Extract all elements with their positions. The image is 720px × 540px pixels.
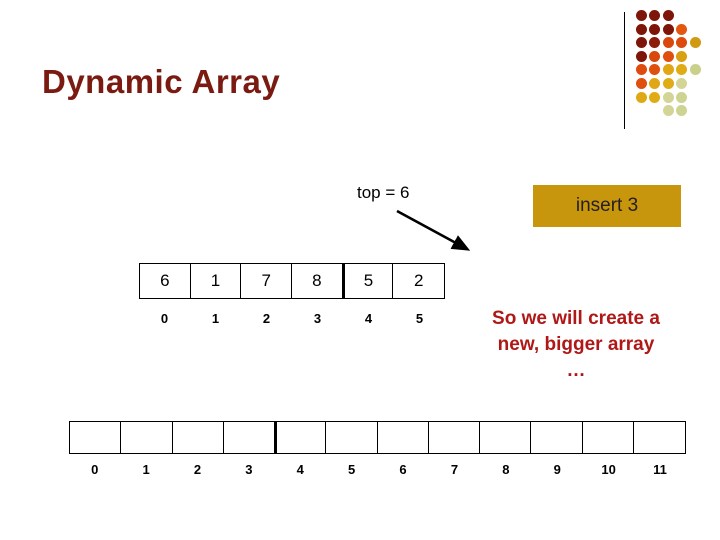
narration-line: So we will create a bbox=[492, 308, 660, 329]
decorative-dot bbox=[636, 50, 647, 62]
top-pointer-label: top = 6 bbox=[357, 183, 410, 202]
decorative-dot bbox=[676, 23, 688, 35]
array-index-label: 7 bbox=[450, 462, 459, 477]
array-index-label: 10 bbox=[601, 462, 616, 477]
array-cell[interactable] bbox=[173, 422, 224, 453]
decorative-dot bbox=[689, 37, 701, 49]
decorative-dot bbox=[649, 23, 661, 35]
decorative-dot bbox=[636, 23, 647, 35]
array-cell[interactable] bbox=[224, 422, 275, 453]
array-index-label: 0 bbox=[160, 311, 169, 326]
insert-action-badge[interactable]: insert 3 bbox=[533, 185, 681, 227]
decorative-dot bbox=[662, 105, 674, 117]
array-cell[interactable] bbox=[634, 422, 685, 453]
decorative-dot bbox=[676, 37, 688, 49]
array-cell[interactable] bbox=[480, 422, 532, 453]
array-cell[interactable]: 5 bbox=[342, 264, 394, 298]
new-array-index-row: 0 1 2 3 4 5 6 7 8 9 10 11 bbox=[69, 462, 686, 477]
array-index-label: 3 bbox=[313, 311, 322, 326]
array-index-label: 8 bbox=[502, 462, 510, 477]
decorative-dot bbox=[676, 64, 688, 76]
decorative-dot bbox=[676, 78, 688, 89]
array-index-label: 0 bbox=[91, 462, 99, 477]
array-index-label: 5 bbox=[348, 462, 356, 477]
decorative-dot bbox=[636, 64, 647, 76]
array-index-label: 1 bbox=[142, 462, 150, 477]
narration-line: new, bigger array bbox=[497, 334, 655, 355]
slide-canvas: Dynamic Array top = 6 insert 3 617852 01… bbox=[0, 0, 720, 540]
decorative-dot bbox=[662, 78, 674, 89]
decorative-dot bbox=[676, 91, 688, 103]
decorative-dot bbox=[649, 64, 661, 76]
array-cell[interactable] bbox=[326, 422, 378, 453]
decorative-dot bbox=[662, 50, 674, 62]
decorative-dot-grid bbox=[636, 10, 716, 130]
array-cell[interactable] bbox=[583, 422, 634, 453]
array-index-label: 5 bbox=[415, 311, 424, 326]
array-cell[interactable] bbox=[429, 422, 480, 453]
array-cell[interactable]: 1 bbox=[191, 264, 242, 298]
narration-line: … bbox=[566, 360, 586, 381]
decorative-dot bbox=[649, 10, 661, 21]
array-index-label: 2 bbox=[193, 462, 202, 477]
array-cell[interactable]: 7 bbox=[241, 264, 293, 298]
decorative-dot bbox=[649, 91, 661, 103]
array-cell[interactable] bbox=[275, 422, 327, 453]
current-array-table: 617852 bbox=[139, 263, 445, 299]
decorative-vertical-rule bbox=[624, 12, 625, 129]
decorative-dot bbox=[662, 10, 674, 21]
insert-action-label: insert 3 bbox=[575, 195, 639, 216]
array-index-label: 6 bbox=[399, 462, 407, 477]
new-array-table bbox=[69, 421, 686, 454]
array-index-label: 2 bbox=[262, 311, 271, 326]
decorative-dot bbox=[649, 50, 661, 62]
decorative-dot bbox=[649, 37, 661, 49]
array-cell[interactable] bbox=[531, 422, 583, 453]
decorative-dot bbox=[636, 37, 647, 49]
array-index-label: 1 bbox=[211, 311, 220, 326]
array-cell[interactable] bbox=[121, 422, 173, 453]
decorative-dot bbox=[689, 64, 701, 76]
array-index-label: 9 bbox=[553, 462, 561, 477]
page-title: Dynamic Array bbox=[42, 63, 281, 100]
decorative-dot bbox=[676, 50, 688, 62]
array-index-label: 3 bbox=[245, 462, 253, 477]
array-cell[interactable]: 8 bbox=[292, 264, 343, 298]
array-cell[interactable]: 6 bbox=[140, 264, 191, 298]
array-index-label: 4 bbox=[296, 462, 304, 477]
decorative-dot bbox=[662, 91, 674, 103]
narration-text: So we will create a new, bigger array … bbox=[456, 306, 696, 384]
array-cell[interactable]: 2 bbox=[393, 264, 444, 298]
array-cell[interactable] bbox=[70, 422, 122, 453]
decorative-dot bbox=[662, 37, 674, 49]
array-cell[interactable] bbox=[378, 422, 429, 453]
decorative-dot bbox=[636, 78, 647, 89]
array-index-label: 4 bbox=[364, 311, 373, 326]
pointer-arrow-icon bbox=[396, 209, 471, 251]
decorative-dot bbox=[662, 23, 674, 35]
current-array-index-row: 0 1 2 3 4 5 bbox=[139, 311, 445, 326]
decorative-dot bbox=[649, 78, 661, 89]
decorative-dot bbox=[662, 64, 674, 76]
decorative-dot bbox=[636, 10, 647, 21]
decorative-dot bbox=[676, 105, 688, 117]
decorative-dot bbox=[636, 91, 647, 103]
array-index-label: 11 bbox=[653, 462, 667, 477]
